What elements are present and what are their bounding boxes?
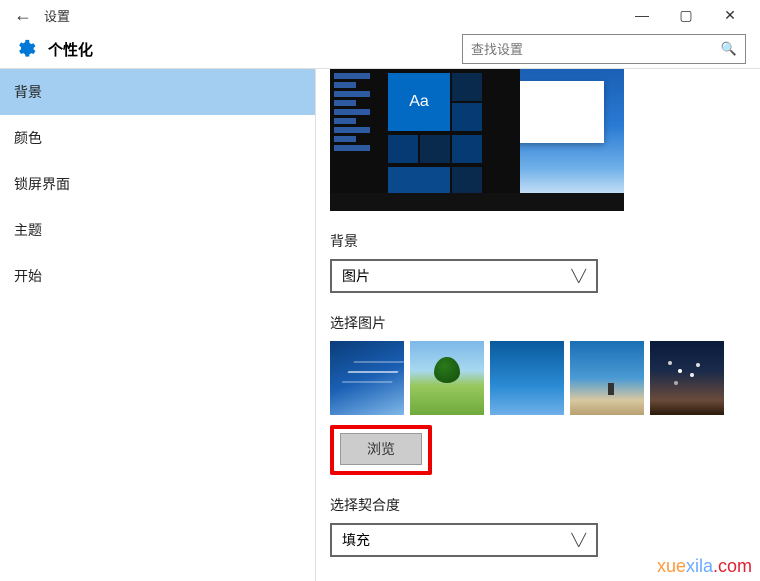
picture-thumb-2[interactable] [410, 341, 484, 415]
sidebar-item-label: 背景 [14, 82, 42, 102]
select-value: 填充 [342, 530, 370, 550]
browse-highlight: 浏览 [330, 425, 432, 475]
select-value: 图片 [342, 266, 370, 286]
fit-label: 选择契合度 [330, 495, 746, 515]
picture-thumbnails [330, 341, 746, 415]
sidebar-item-lockscreen[interactable]: 锁屏界面 [0, 161, 315, 207]
background-type-select[interactable]: 图片 ╲╱ [330, 259, 598, 293]
sidebar-item-label: 主题 [14, 220, 42, 240]
background-label: 背景 [330, 231, 746, 251]
search-icon: 🔍 [721, 41, 737, 57]
maximize-button[interactable]: ▢ [664, 0, 708, 30]
sidebar-item-themes[interactable]: 主题 [0, 207, 315, 253]
back-button[interactable]: ← [8, 5, 38, 26]
picture-thumb-4[interactable] [570, 341, 644, 415]
sidebar-item-start[interactable]: 开始 [0, 253, 315, 299]
window-title: 设置 [44, 6, 70, 25]
search-input[interactable] [471, 42, 721, 57]
fit-select[interactable]: 填充 ╲╱ [330, 523, 598, 557]
background-preview: Aa [330, 69, 624, 211]
content-area: Aa 背景 图片 ╲╱ 选择图片 [316, 69, 760, 581]
sidebar-item-background[interactable]: 背景 [0, 69, 315, 115]
sidebar-item-label: 颜色 [14, 128, 42, 148]
minimize-button[interactable]: — [620, 0, 664, 30]
sidebar-item-colors[interactable]: 颜色 [0, 115, 315, 161]
sidebar-item-label: 锁屏界面 [14, 174, 70, 194]
watermark: xuexila.com [657, 556, 752, 577]
chevron-down-icon: ╲╱ [572, 533, 586, 547]
preview-sample-text: Aa [388, 73, 450, 131]
sidebar-item-label: 开始 [14, 266, 42, 286]
chevron-down-icon: ╲╱ [572, 269, 586, 283]
picture-thumb-1[interactable] [330, 341, 404, 415]
search-box[interactable]: 🔍 [462, 34, 746, 64]
choose-picture-label: 选择图片 [330, 313, 746, 333]
page-title: 个性化 [48, 39, 93, 60]
close-button[interactable]: ✕ [708, 0, 752, 30]
picture-thumb-3[interactable] [490, 341, 564, 415]
browse-button[interactable]: 浏览 [340, 433, 422, 465]
picture-thumb-5[interactable] [650, 341, 724, 415]
sidebar: 背景 颜色 锁屏界面 主题 开始 [0, 69, 316, 581]
gear-icon [14, 38, 36, 60]
